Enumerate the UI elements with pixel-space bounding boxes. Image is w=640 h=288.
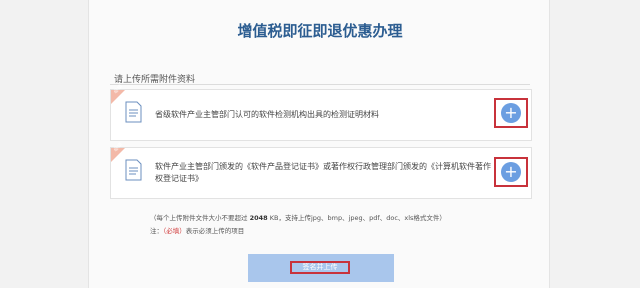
required-note-prefix: 注： — [150, 227, 163, 235]
note-prefix: （每个上传附件文件大小不要超过 — [150, 214, 248, 222]
plus-circle-icon[interactable]: + — [501, 103, 521, 123]
required-note: 注：（必填）表示必须上传的项目 — [150, 225, 244, 235]
divider — [110, 84, 530, 85]
page-title: 增值税即征即退优惠办理 — [237, 22, 403, 40]
plus-circle-icon[interactable]: + — [501, 162, 521, 182]
required-tag: （必填） — [163, 227, 186, 235]
sign-and-upload-button[interactable]: 签名并上传 — [248, 254, 394, 282]
file-size-note: （每个上传附件文件大小不要超过 2048 KB，支持上传jpg、bmp、jpeg… — [150, 212, 446, 222]
note-suffix: KB，支持上传jpg、bmp、jpeg、pdf、doc、xls格式文件） — [269, 214, 446, 222]
submit-label: 签名并上传 — [290, 261, 350, 274]
attachment-description: 省级软件产业主管部门认可的软件检测机构出具的检测证明材料 — [155, 110, 379, 119]
content-panel — [88, 0, 550, 288]
attachment-card-1: 必填 省级软件产业主管部门认可的软件检测机构出具的检测证明材料 + — [110, 84, 532, 141]
size-limit-value: 2048 — [249, 214, 268, 222]
add-attachment-highlight: + — [494, 157, 528, 187]
document-icon — [125, 159, 142, 181]
required-note-suffix: 表示必须上传的项目 — [185, 227, 245, 235]
add-attachment-highlight: + — [494, 98, 528, 128]
attachment-card-2: 必填 软件产业主管部门颁发的《软件产品登记证书》或著作权行政管理部门颁发的《计算… — [110, 142, 532, 199]
document-icon — [125, 101, 142, 123]
attachment-description: 软件产业主管部门颁发的《软件产品登记证书》或著作权行政管理部门颁发的《计算机软件… — [155, 162, 491, 183]
